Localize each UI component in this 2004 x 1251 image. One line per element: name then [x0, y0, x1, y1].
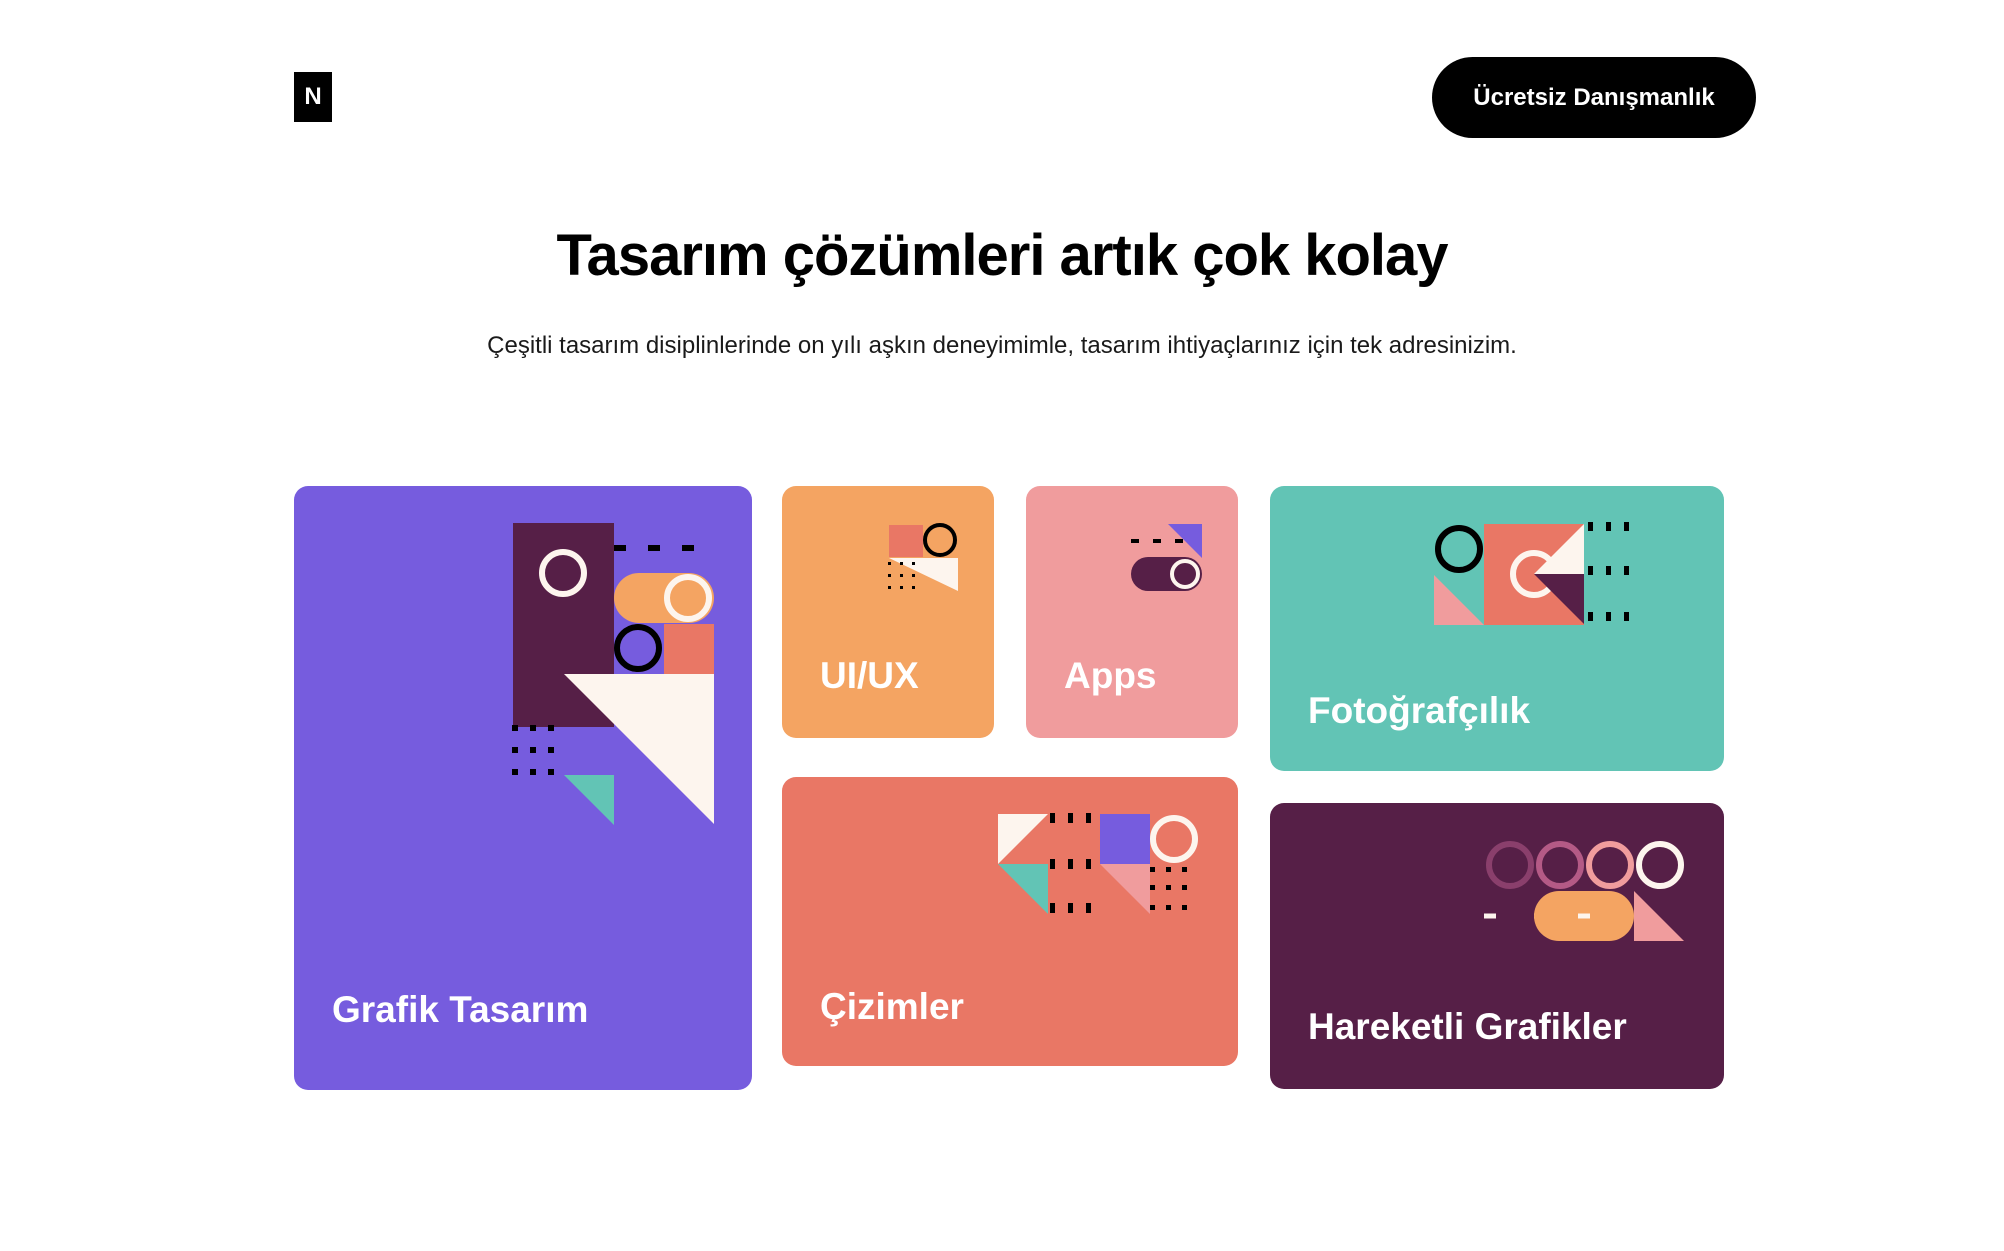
apps-illustration-icon	[1131, 524, 1202, 591]
service-label: Fotoğrafçılık	[1308, 690, 1531, 731]
service-label: UI/UX	[820, 655, 919, 696]
service-card-illustrations[interactable]: Çizimler	[782, 777, 1238, 1066]
service-card-photography[interactable]: Fotoğrafçılık	[1270, 486, 1724, 771]
service-label: Grafik Tasarım	[332, 989, 589, 1030]
service-label: Apps	[1064, 655, 1157, 696]
ui-ux-illustration-icon	[888, 523, 958, 591]
service-card-graphic-design[interactable]: Grafik Tasarım	[294, 486, 752, 1090]
page-title: Tasarım çözümleri artık çok kolay	[556, 223, 1448, 288]
logo[interactable]: N	[294, 72, 332, 122]
service-label: Çizimler	[820, 986, 964, 1027]
service-card-ui-ux[interactable]: UI/UX	[782, 486, 994, 738]
free-consultation-button[interactable]: Ücretsiz Danışmanlık	[1432, 57, 1756, 138]
service-card-apps[interactable]: Apps	[1026, 486, 1238, 738]
service-label: Hareketli Grafikler	[1308, 1006, 1627, 1047]
page-subtitle: Çeşitli tasarım disiplinlerinde on yılı …	[487, 332, 1517, 359]
service-card-motion-graphics[interactable]: Hareketli Grafikler	[1270, 803, 1724, 1089]
